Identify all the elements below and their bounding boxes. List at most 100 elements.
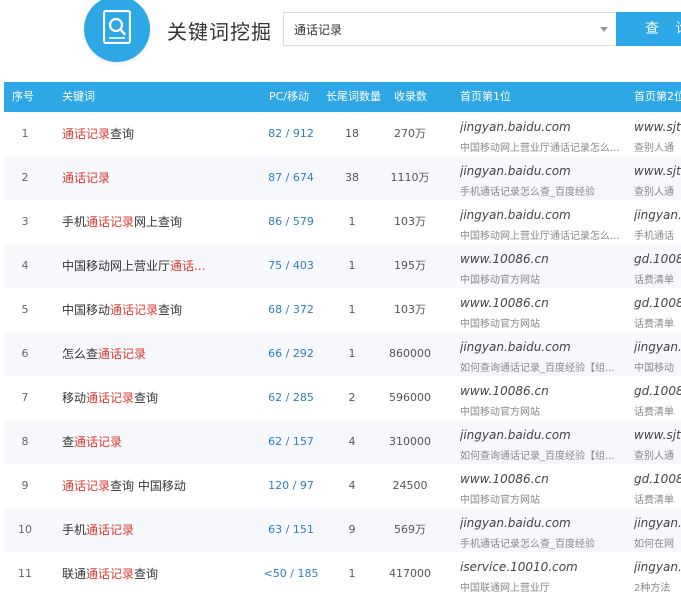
result-site[interactable]: gd.1008 [634,252,681,266]
rank1-cell[interactable]: www.10086.cn 中国移动官方网站 [460,376,632,420]
row-number: 6 [21,347,29,360]
rank1-cell[interactable]: jingyan.baidu.com 如何查询通话记录_百度经验【组... [460,420,632,464]
keyword-link[interactable]: 查通话记录 [62,420,122,464]
table-row[interactable]: 2 通话记录 87 / 674 38 1110万 jingyan.baidu.com 手机通… [4,156,681,200]
rank1-cell[interactable]: www.10086.cn 中国移动官方网站 [460,464,632,508]
rank2-cell[interactable]: www.sjtn 查别人通 [634,156,681,200]
result-site[interactable]: jingyan. [634,340,681,354]
keyword-link[interactable]: 中国移动网上营业厅通话... [62,244,205,288]
result-site[interactable]: jingyan.baidu.com [460,428,571,442]
keyword-link[interactable]: 手机通话记录网上查询 [62,200,182,244]
result-site[interactable]: jingyan. [634,516,681,530]
keyword-link[interactable]: 移动通话记录查询 [62,376,158,420]
result-site[interactable]: jingyan.baidu.com [460,340,571,354]
result-site[interactable]: gd.1008 [634,472,681,486]
table-row[interactable]: 10 手机通话记录 63 / 151 9 569万 jingyan.baidu.com 手机… [4,508,681,552]
result-site[interactable]: www.10086.cn [460,296,549,310]
pc-mobile-index[interactable]: 120 / 97 [251,464,331,508]
rank1-cell[interactable]: iservice.10010.com 中国联通网上营业厅 [460,552,632,596]
result-title: 手机通话记录怎么查_百度经验 [460,187,595,198]
result-title: 中国移动网上营业厅通话记录怎么... [460,231,620,242]
result-site[interactable]: jingyan.baidu.com [460,516,571,530]
indexed-count: 417000 [389,567,431,580]
result-site[interactable]: jingyan. [634,560,681,574]
table-header: 序号 关键词 PC/移动 长尾词数量 收录数 首页第1位 首页第2位 [4,82,681,112]
rank1-cell[interactable]: www.10086.cn 中国移动官方网站 [460,288,632,332]
table-row[interactable]: 5 中国移动通话记录查询 68 / 372 1 103万 www.10086.cn 中国移动… [4,288,681,332]
indexed-count: 103万 [394,215,426,228]
result-site[interactable]: iservice.10010.com [460,560,578,574]
search-box[interactable] [283,12,617,46]
table-row[interactable]: 4 中国移动网上营业厅通话... 75 / 403 1 195万 www.10086.cn… [4,244,681,288]
result-title: 查别人通 [634,187,674,198]
result-title: 中国移动官方网站 [460,319,540,330]
header-pc-mobile: PC/移动 [269,90,310,103]
keyword-text: 联通 [62,567,87,581]
result-site[interactable]: jingyan.baidu.com [460,120,571,134]
table-row[interactable]: 11 联通通话记录查询 <50 / 185 1 417000 iservice.10010… [4,552,681,596]
table-row[interactable]: 8 查通话记录 62 / 157 4 310000 jingyan.baidu.com 如何… [4,420,681,464]
table-row[interactable]: 6 怎么查通话记录 66 / 292 1 860000 jingyan.baidu.com… [4,332,681,376]
keyword-text: 手机 [62,523,87,537]
rank2-cell[interactable]: jingyan. 2种方法 [634,552,681,596]
pc-mobile-index[interactable]: 87 / 674 [251,156,331,200]
pc-mobile-index[interactable]: 86 / 579 [251,200,331,244]
longtail-count: 9 [348,523,356,536]
pc-mobile-index[interactable]: <50 / 185 [251,552,331,596]
result-site[interactable]: www.10086.cn [460,472,549,486]
keyword-link[interactable]: 通话记录 [62,156,110,200]
longtail-count: 4 [348,435,356,448]
table-row[interactable]: 3 手机通话记录网上查询 86 / 579 1 103万 jingyan.baidu.co… [4,200,681,244]
pc-mobile-index[interactable]: 62 / 285 [251,376,331,420]
rank1-cell[interactable]: jingyan.baidu.com 中国移动网上营业厅通话记录怎么... [460,200,632,244]
keyword-link[interactable]: 中国移动通话记录查询 [62,288,182,332]
keyword-text: 查询 [134,391,159,405]
longtail-count: 1 [348,259,356,272]
rank2-cell[interactable]: jingyan. 如何在网 [634,508,681,552]
pc-mobile-index[interactable]: 66 / 292 [251,332,331,376]
keyword-link[interactable]: 通话记录查询 [62,112,134,156]
table-row[interactable]: 7 移动通话记录查询 62 / 285 2 596000 www.10086.cn 中国移动… [4,376,681,420]
rank2-cell[interactable]: gd.1008 话费清单 [634,376,681,420]
pc-mobile-index[interactable]: 75 / 403 [251,244,331,288]
result-site[interactable]: jingyan.baidu.com [460,164,571,178]
rank2-cell[interactable]: gd.1008 话费清单 [634,288,681,332]
rank2-cell[interactable]: jingyan. 手机通话 [634,200,681,244]
result-site[interactable]: jingyan.baidu.com [460,208,571,222]
result-site[interactable]: www.sjtn [634,120,681,134]
indexed-count: 1110万 [390,171,430,184]
keyword-highlight: 通话记录 [62,479,111,493]
table-row[interactable]: 9 通话记录查询 中国移动 120 / 97 4 24500 www.10086.cn 中国… [4,464,681,508]
chevron-down-icon[interactable] [600,27,608,32]
rank1-cell[interactable]: jingyan.baidu.com 手机通话记录怎么查_百度经验 [460,508,632,552]
rank2-cell[interactable]: gd.1008 话费清单 [634,244,681,288]
keyword-link[interactable]: 怎么查通话记录 [62,332,146,376]
keyword-link[interactable]: 手机通话记录 [62,508,134,552]
rank1-cell[interactable]: www.10086.cn 中国移动官方网站 [460,244,632,288]
keyword-link[interactable]: 通话记录查询 中国移动 [62,464,186,508]
result-site[interactable]: jingyan. [634,208,681,222]
keyword-link[interactable]: 联通通话记录查询 [62,552,158,596]
rank2-cell[interactable]: www.sjtn 查别人通 [634,420,681,464]
rank1-cell[interactable]: jingyan.baidu.com 手机通话记录怎么查_百度经验 [460,156,632,200]
rank1-cell[interactable]: jingyan.baidu.com 中国移动网上营业厅通话记录怎么... [460,112,632,156]
result-site[interactable]: gd.1008 [634,296,681,310]
pc-mobile-index[interactable]: 63 / 151 [251,508,331,552]
pc-mobile-index[interactable]: 62 / 157 [251,420,331,464]
search-button[interactable]: 查 询 [616,12,681,46]
rank2-cell[interactable]: jingyan. 中国移动 [634,332,681,376]
result-site[interactable]: www.sjtn [634,428,681,442]
keyword-text: 怎么查 [62,347,99,361]
pc-mobile-index[interactable]: 68 / 372 [251,288,331,332]
rank1-cell[interactable]: jingyan.baidu.com 如何查询通话记录_百度经验【组... [460,332,632,376]
keyword-text: 移动 [62,391,87,405]
table-row[interactable]: 1 通话记录查询 82 / 912 18 270万 jingyan.baidu.com 中国… [4,112,681,156]
rank2-cell[interactable]: www.sjtn 查别人通 [634,112,681,156]
result-site[interactable]: www.10086.cn [460,252,549,266]
result-site[interactable]: gd.1008 [634,384,681,398]
rank2-cell[interactable]: gd.1008 话费清单 [634,464,681,508]
pc-mobile-index[interactable]: 82 / 912 [251,112,331,156]
search-input[interactable] [284,13,584,45]
result-site[interactable]: www.10086.cn [460,384,549,398]
result-site[interactable]: www.sjtn [634,164,681,178]
